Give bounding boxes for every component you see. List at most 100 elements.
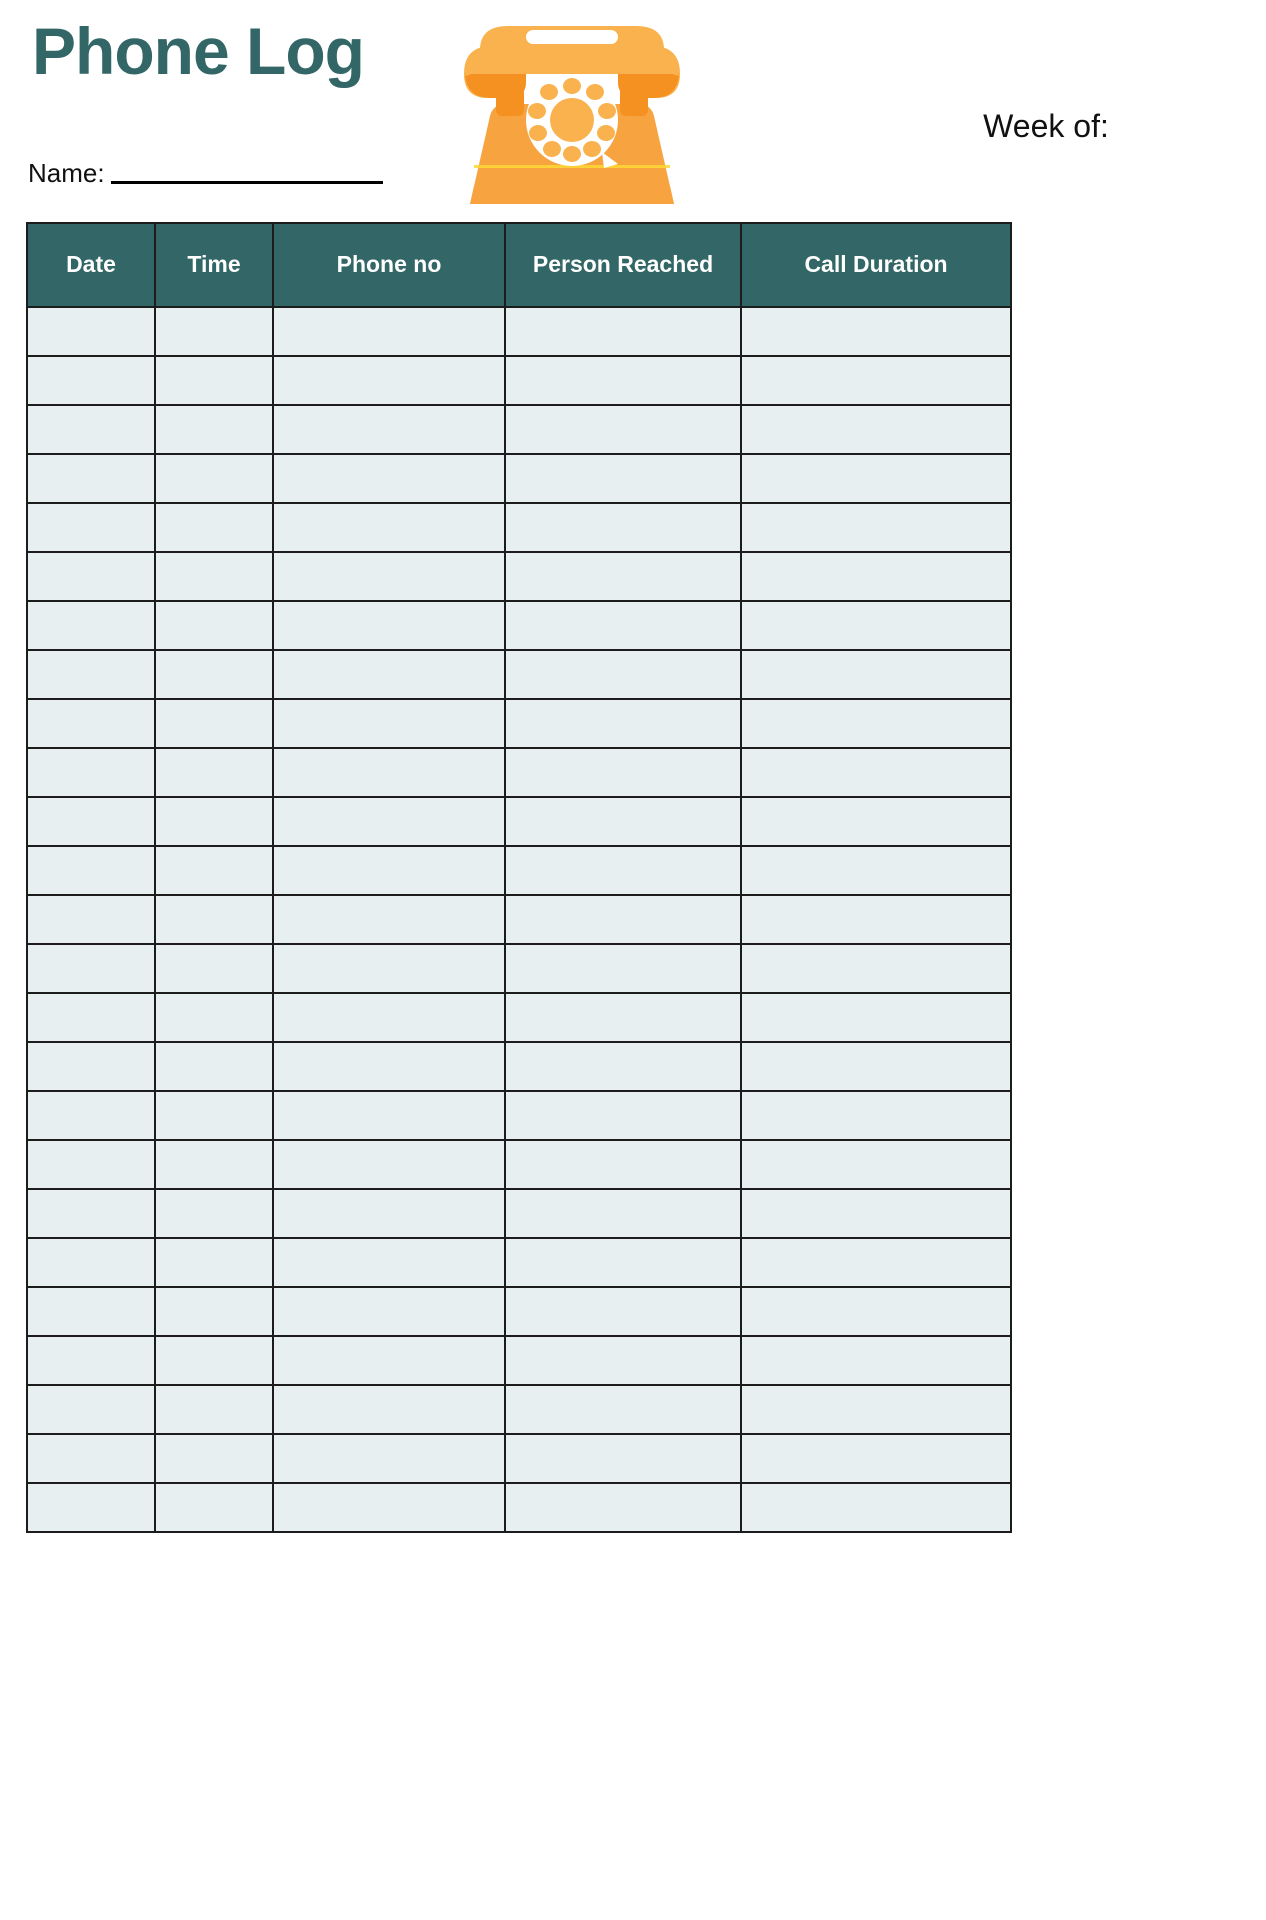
cell-call_duration[interactable] [740,453,1012,504]
cell-person_reached[interactable] [504,1482,742,1533]
cell-person_reached[interactable] [504,1384,742,1435]
cell-time[interactable] [154,1433,274,1484]
cell-call_duration[interactable] [740,1090,1012,1141]
cell-time[interactable] [154,943,274,994]
cell-date[interactable] [26,1237,156,1288]
cell-person_reached[interactable] [504,992,742,1043]
cell-phone_no[interactable] [272,894,506,945]
cell-person_reached[interactable] [504,306,742,357]
cell-person_reached[interactable] [504,1188,742,1239]
cell-date[interactable] [26,502,156,553]
cell-time[interactable] [154,894,274,945]
cell-call_duration[interactable] [740,1188,1012,1239]
cell-person_reached[interactable] [504,600,742,651]
cell-time[interactable] [154,992,274,1043]
cell-time[interactable] [154,1237,274,1288]
cell-time[interactable] [154,698,274,749]
cell-person_reached[interactable] [504,1433,742,1484]
cell-call_duration[interactable] [740,600,1012,651]
cell-phone_no[interactable] [272,1482,506,1533]
cell-call_duration[interactable] [740,943,1012,994]
cell-date[interactable] [26,747,156,798]
cell-phone_no[interactable] [272,992,506,1043]
cell-phone_no[interactable] [272,1384,506,1435]
cell-time[interactable] [154,845,274,896]
cell-person_reached[interactable] [504,747,742,798]
cell-person_reached[interactable] [504,404,742,455]
cell-phone_no[interactable] [272,649,506,700]
cell-date[interactable] [26,1041,156,1092]
cell-date[interactable] [26,796,156,847]
cell-call_duration[interactable] [740,1384,1012,1435]
cell-phone_no[interactable] [272,404,506,455]
cell-date[interactable] [26,845,156,896]
cell-person_reached[interactable] [504,1237,742,1288]
cell-date[interactable] [26,600,156,651]
cell-person_reached[interactable] [504,1139,742,1190]
cell-phone_no[interactable] [272,600,506,651]
cell-person_reached[interactable] [504,502,742,553]
cell-date[interactable] [26,453,156,504]
cell-phone_no[interactable] [272,1139,506,1190]
cell-person_reached[interactable] [504,698,742,749]
cell-phone_no[interactable] [272,1188,506,1239]
cell-time[interactable] [154,502,274,553]
cell-phone_no[interactable] [272,1335,506,1386]
cell-person_reached[interactable] [504,551,742,602]
cell-time[interactable] [154,1090,274,1141]
cell-date[interactable] [26,1433,156,1484]
cell-date[interactable] [26,698,156,749]
cell-call_duration[interactable] [740,1286,1012,1337]
cell-person_reached[interactable] [504,943,742,994]
cell-phone_no[interactable] [272,796,506,847]
cell-date[interactable] [26,1384,156,1435]
cell-date[interactable] [26,894,156,945]
cell-person_reached[interactable] [504,1286,742,1337]
cell-call_duration[interactable] [740,845,1012,896]
cell-time[interactable] [154,747,274,798]
cell-call_duration[interactable] [740,796,1012,847]
cell-person_reached[interactable] [504,355,742,406]
cell-date[interactable] [26,1286,156,1337]
cell-phone_no[interactable] [272,355,506,406]
cell-phone_no[interactable] [272,1286,506,1337]
cell-phone_no[interactable] [272,845,506,896]
cell-time[interactable] [154,306,274,357]
cell-phone_no[interactable] [272,943,506,994]
cell-person_reached[interactable] [504,1090,742,1141]
cell-date[interactable] [26,1090,156,1141]
cell-time[interactable] [154,796,274,847]
cell-date[interactable] [26,943,156,994]
cell-call_duration[interactable] [740,551,1012,602]
cell-phone_no[interactable] [272,1041,506,1092]
cell-call_duration[interactable] [740,1237,1012,1288]
cell-phone_no[interactable] [272,306,506,357]
cell-time[interactable] [154,453,274,504]
cell-time[interactable] [154,1286,274,1337]
cell-call_duration[interactable] [740,698,1012,749]
cell-call_duration[interactable] [740,1335,1012,1386]
cell-time[interactable] [154,551,274,602]
cell-phone_no[interactable] [272,1090,506,1141]
cell-phone_no[interactable] [272,1237,506,1288]
cell-date[interactable] [26,1335,156,1386]
cell-person_reached[interactable] [504,894,742,945]
cell-phone_no[interactable] [272,698,506,749]
cell-call_duration[interactable] [740,355,1012,406]
cell-call_duration[interactable] [740,1041,1012,1092]
cell-phone_no[interactable] [272,747,506,798]
cell-date[interactable] [26,992,156,1043]
cell-person_reached[interactable] [504,649,742,700]
cell-person_reached[interactable] [504,796,742,847]
cell-call_duration[interactable] [740,1482,1012,1533]
cell-call_duration[interactable] [740,992,1012,1043]
cell-call_duration[interactable] [740,306,1012,357]
cell-time[interactable] [154,1139,274,1190]
cell-person_reached[interactable] [504,1041,742,1092]
cell-person_reached[interactable] [504,845,742,896]
cell-call_duration[interactable] [740,1139,1012,1190]
cell-time[interactable] [154,1041,274,1092]
cell-phone_no[interactable] [272,502,506,553]
cell-time[interactable] [154,1188,274,1239]
cell-time[interactable] [154,649,274,700]
